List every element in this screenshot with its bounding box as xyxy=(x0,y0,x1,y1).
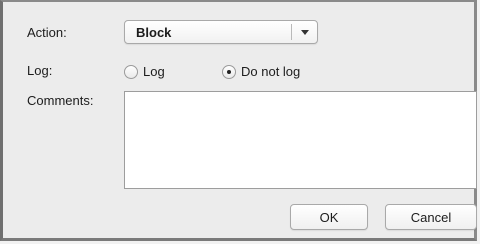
do-not-log-radio-label: Do not log xyxy=(241,64,301,79)
radio-dot-icon xyxy=(227,69,231,74)
ok-button[interactable]: OK xyxy=(290,204,368,230)
action-dropdown-value: Block xyxy=(136,25,172,40)
log-radio[interactable]: Log xyxy=(124,64,165,79)
comments-label: Comments: xyxy=(27,93,94,108)
action-label: Action: xyxy=(27,25,67,40)
chevron-down-icon[interactable] xyxy=(301,30,309,35)
radio-unselected-icon[interactable] xyxy=(124,64,138,79)
rule-dialog: Action: Block Log: Log Do not log Commen… xyxy=(0,0,477,241)
log-label: Log: xyxy=(27,63,53,78)
radio-selected-icon[interactable] xyxy=(222,64,236,79)
action-dropdown[interactable]: Block xyxy=(124,20,318,44)
comments-textarea[interactable] xyxy=(124,91,477,189)
log-radio-label: Log xyxy=(143,64,165,79)
do-not-log-radio[interactable]: Do not log xyxy=(222,64,300,79)
dropdown-divider xyxy=(291,24,292,40)
cancel-button[interactable]: Cancel xyxy=(385,204,477,230)
